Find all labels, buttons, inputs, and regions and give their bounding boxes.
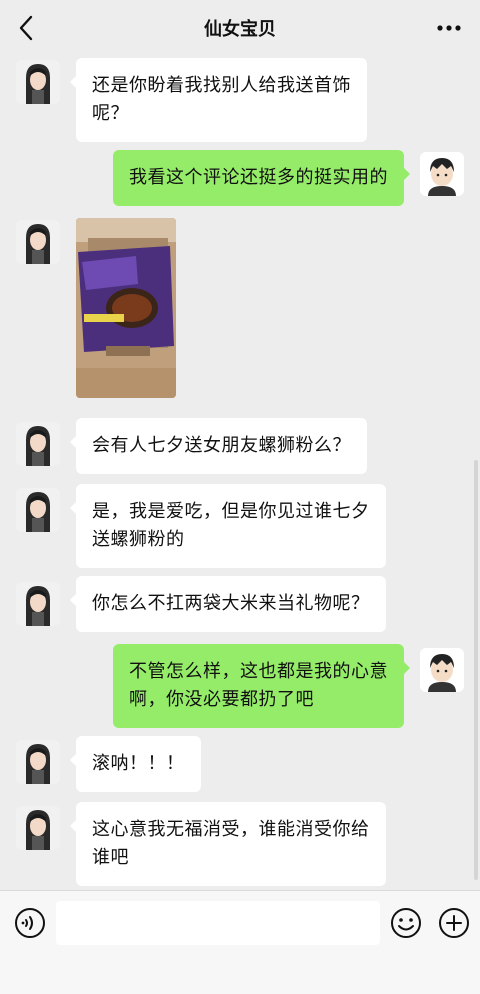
- plus-button[interactable]: [438, 907, 470, 939]
- message-input[interactable]: [56, 901, 380, 945]
- contact-avatar[interactable]: [16, 582, 60, 626]
- chevron-left-icon: [19, 15, 33, 41]
- chat-header: 仙女宝贝: [0, 0, 480, 56]
- message-text-line: 呢？: [92, 103, 129, 124]
- emoji-button[interactable]: [390, 907, 422, 939]
- voice-button[interactable]: [14, 907, 46, 939]
- message-bubble[interactable]: 不管怎么样，这也都是我的心意 啊，你没必要都扔了吧: [113, 644, 410, 728]
- message-text-line: 送螺狮粉的: [92, 529, 185, 550]
- contact-avatar[interactable]: [16, 422, 60, 466]
- message-bubble[interactable]: 这心意我无福消受，谁能消受你给 谁吧: [70, 802, 386, 886]
- message-text-line: 你怎么不扛两袋大米来当礼物呢？: [92, 593, 370, 614]
- more-button[interactable]: [434, 14, 464, 42]
- message-bubble[interactable]: 你怎么不扛两袋大米来当礼物呢？: [70, 576, 386, 632]
- self-avatar[interactable]: [420, 152, 464, 196]
- message-text-line: 滚呐！！！: [92, 753, 185, 774]
- contact-avatar[interactable]: [16, 60, 60, 104]
- message-text-line: 不管怎么样，这也都是我的心意: [129, 661, 388, 682]
- message-bubble[interactable]: 会有人七夕送女朋友螺狮粉么？: [70, 418, 367, 474]
- message-bubble[interactable]: 还是你盼着我找别人给我送首饰 呢？: [70, 58, 367, 142]
- back-button[interactable]: [12, 12, 40, 44]
- self-avatar[interactable]: [420, 648, 464, 692]
- chat-title: 仙女宝贝: [204, 19, 276, 40]
- contact-avatar[interactable]: [16, 488, 60, 532]
- message-bubble[interactable]: 我看这个评论还挺多的挺实用的: [113, 150, 410, 206]
- more-dots-icon: [437, 25, 461, 31]
- message-text-line: 是，我是爱吃，但是你见过谁七夕: [92, 501, 370, 522]
- plus-circle-icon: [439, 908, 469, 938]
- chat-message-list[interactable]: 还是你盼着我找别人给我送首饰 呢？ 我看这个评论还挺多的挺实用的 会有人七夕送女…: [0, 56, 480, 890]
- message-text-line: 我看这个评论还挺多的挺实用的: [129, 167, 388, 188]
- contact-avatar[interactable]: [16, 806, 60, 850]
- message-text-line: 会有人七夕送女朋友螺狮粉么？: [92, 435, 351, 456]
- message-text-line: 这心意我无福消受，谁能消受你给: [92, 819, 370, 840]
- emoji-icon: [391, 908, 421, 938]
- voice-icon: [15, 908, 45, 938]
- message-text-line: 谁吧: [92, 847, 129, 868]
- chat-input-bar: [0, 890, 480, 994]
- chat-scrollbar[interactable]: [474, 460, 478, 880]
- snail-noodle-package-photo[interactable]: [76, 218, 176, 398]
- contact-avatar[interactable]: [16, 220, 60, 264]
- message-bubble[interactable]: 滚呐！！！: [70, 736, 201, 792]
- message-bubble[interactable]: 是，我是爱吃，但是你见过谁七夕 送螺狮粉的: [70, 484, 386, 568]
- contact-avatar[interactable]: [16, 740, 60, 784]
- message-text-line: 啊，你没必要都扔了吧: [129, 689, 314, 710]
- message-text-line: 还是你盼着我找别人给我送首饰: [92, 75, 351, 96]
